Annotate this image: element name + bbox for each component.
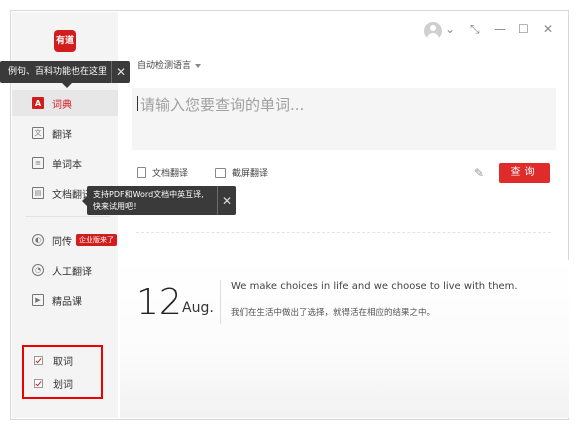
sidebar-item-human-translate[interactable]: ◔ 人工翻译: [12, 257, 118, 283]
language-select-label: 自动检测语言: [137, 61, 192, 71]
search-input[interactable]: [138, 94, 542, 116]
feature-tooltip: 例句、百科功能也在这里 ✕: [0, 61, 130, 88]
dictionary-icon: A: [32, 97, 44, 109]
camera-icon: [215, 167, 226, 178]
sidebar-divider: [25, 216, 110, 217]
headset-icon: ◐: [32, 234, 44, 246]
document-translate-label: 文档翻译: [152, 169, 189, 179]
screenshot-translate-link[interactable]: 截屏翻译: [215, 166, 268, 179]
edit-icon[interactable]: ✎: [474, 166, 488, 180]
language-select[interactable]: 自动检测语言: [137, 58, 202, 71]
enterprise-badge: 企业版来了: [76, 234, 117, 246]
select-word-label: 划词: [53, 379, 73, 391]
document-tooltip-line1: 支持PDF和Word文档中英互译,: [93, 190, 204, 199]
translate-icon: 文: [32, 127, 44, 139]
document-tooltip-line2: 快来试用吧！: [93, 202, 141, 211]
close-window-icon[interactable]: ✕: [543, 22, 553, 36]
person-icon: ◔: [32, 264, 44, 276]
sidebar-item-wordbook[interactable]: ≡ 单词本: [12, 150, 118, 176]
maximize-icon[interactable]: ☐: [518, 22, 529, 36]
sidebar-item-simultaneous[interactable]: ◐ 同传 企业版来了: [12, 227, 118, 253]
close-icon[interactable]: ✕: [111, 61, 130, 83]
tooltip-arrow: [82, 196, 87, 206]
screenshot-translate-label: 截屏翻译: [232, 169, 269, 179]
play-icon: ▶: [32, 294, 44, 306]
capture-word-toggle[interactable]: 取词: [34, 353, 73, 368]
chevron-down-icon[interactable]: ⌄: [445, 22, 455, 36]
daily-month: Aug.: [182, 300, 214, 316]
capture-word-checkbox[interactable]: [34, 355, 43, 365]
search-area[interactable]: [132, 88, 556, 150]
select-word-toggle[interactable]: 划词: [34, 376, 73, 391]
avatar[interactable]: [424, 22, 442, 40]
daily-divider: [220, 280, 221, 324]
sidebar-item-label: 单词本: [52, 159, 82, 171]
daily-sentence-en[interactable]: We make choices in life and we choose to…: [231, 281, 518, 292]
sidebar-item-label: 同传: [52, 236, 72, 248]
tooltip-arrow: [62, 83, 72, 88]
capture-word-label: 取词: [53, 356, 73, 368]
app-window: 有道 A 词典 文 翻译 ≡ 单词本 ▤ 文档翻译 ◐ 同传 企业版来了 ◔ 人…: [0, 0, 579, 430]
feature-tooltip-text: 例句、百科功能也在这里: [8, 67, 108, 77]
sidebar-item-label: 词典: [52, 99, 72, 111]
sidebar-item-translate[interactable]: 文 翻译: [12, 120, 118, 146]
compact-mode-icon[interactable]: ⤡: [470, 22, 480, 37]
sidebar-item-courses[interactable]: ▶ 精品课: [12, 287, 118, 313]
caret-down-icon: [195, 63, 202, 68]
document-icon: [137, 167, 146, 178]
youdao-logo: 有道: [54, 30, 76, 52]
query-button[interactable]: 查询: [499, 163, 550, 183]
minimize-icon[interactable]: —: [494, 22, 506, 36]
document-icon: ▤: [32, 187, 44, 199]
select-word-checkbox[interactable]: [34, 378, 43, 388]
sidebar-item-label: 翻译: [52, 129, 72, 141]
sidebar-item-label: 人工翻译: [52, 266, 92, 278]
document-translate-link[interactable]: 文档翻译: [137, 166, 188, 179]
sidebar-item-dictionary[interactable]: A 词典: [12, 90, 118, 116]
wordbook-icon: ≡: [32, 157, 44, 169]
document-tooltip: 支持PDF和Word文档中英互译, 快来试用吧！ ✕: [82, 186, 236, 215]
close-icon[interactable]: ✕: [217, 186, 236, 215]
section-divider: [136, 232, 551, 233]
sidebar-item-label: 精品课: [52, 296, 82, 308]
daily-day: 12: [136, 282, 182, 323]
daily-sentence-cn: 我们在生活中做出了选择，就得活在相应的结果之中。: [231, 308, 436, 318]
